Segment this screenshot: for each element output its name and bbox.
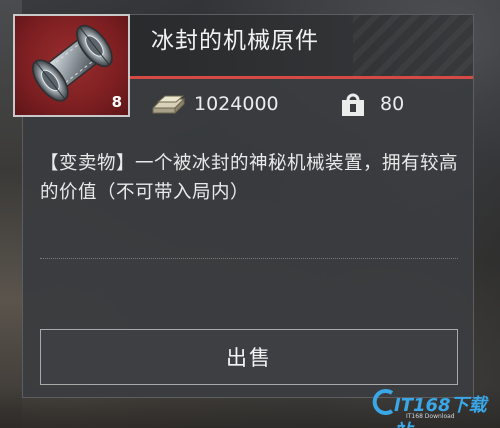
sell-button[interactable]: 出售 [40, 329, 458, 385]
item-name: 冰封的机械原件 [151, 28, 319, 54]
watermark-logo-icon [372, 389, 394, 415]
item-description: 【变卖物】一个被冰封的神秘机械装置，拥有较高的价值（不可带入局内） [40, 153, 459, 203]
site-watermark: IT168下载站 IT168 Download [372, 385, 498, 428]
watermark-subtitle: IT168 Download [406, 413, 455, 420]
item-icon-slot[interactable]: 8 [13, 14, 130, 117]
divider [40, 258, 458, 259]
weight-icon [339, 91, 367, 123]
silver-bars-icon [150, 91, 188, 121]
item-quantity: 8 [111, 93, 122, 111]
watermark-brand: IT168下载站 [394, 395, 487, 428]
item-price: 1024000 [194, 93, 279, 115]
sell-button-label: 出售 [226, 346, 272, 370]
item-weight: 80 [380, 93, 405, 115]
